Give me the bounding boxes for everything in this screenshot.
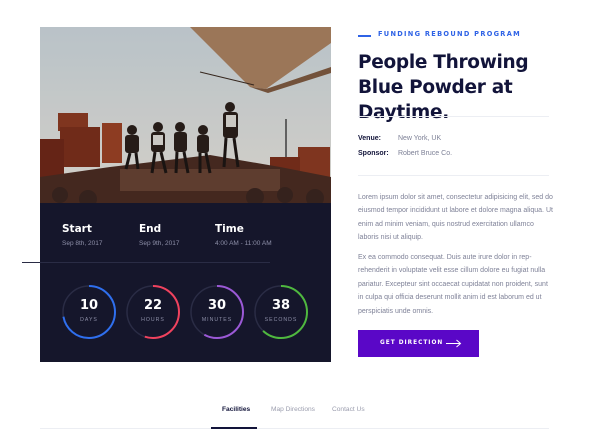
end-label: End [139, 223, 162, 235]
end-date: Sep 9th, 2017 [139, 240, 180, 247]
schedule-start: Start Sep 8th, 2017 [62, 223, 102, 247]
venue-label: Venue: [358, 135, 381, 142]
venue-row: Venue: New York, UK [358, 135, 441, 142]
sponsor-value: Robert Bruce Co. [397, 150, 453, 157]
countdown-value: 38 [271, 298, 291, 313]
active-tab-indicator [211, 427, 257, 429]
get-direction-button[interactable]: GET DIRECTION [358, 330, 479, 357]
countdown-seconds: 38 SECONDS [253, 284, 309, 340]
event-kicker: FUNDING REBOUND PROGRAM [378, 30, 521, 38]
time-value: 4:00 AM - 11:00 AM [215, 240, 272, 247]
tab-map-directions[interactable]: Map Directions [271, 406, 315, 413]
countdown-value: 22 [143, 298, 163, 313]
countdown-days: 10 DAYS [61, 284, 117, 340]
countdown-unit: HOURS [141, 317, 165, 323]
event-title: People Throwing Blue Powder at Daytime. [358, 52, 529, 123]
kicker-line [358, 35, 371, 37]
countdown-unit: MINUTES [201, 317, 233, 323]
countdown-unit: DAYS [80, 317, 98, 323]
get-direction-label: GET DIRECTION [380, 340, 444, 346]
countdown-value: 10 [79, 298, 99, 313]
event-description: Ex ea commodo consequat. Duis aute irure… [358, 254, 548, 315]
event-photo [40, 27, 331, 203]
sponsor-label: Sponsor: [358, 150, 389, 157]
countdown-unit: SECONDS [264, 317, 298, 323]
schedule-time: Time 4:00 AM - 11:00 AM [215, 223, 272, 247]
start-label: Start [62, 223, 92, 235]
divider [358, 175, 549, 176]
sponsor-row: Sponsor: Robert Bruce Co. [358, 150, 452, 157]
divider [358, 116, 549, 117]
arrow-right-icon [446, 339, 462, 348]
start-date: Sep 8th, 2017 [62, 240, 103, 247]
event-description: Lorem ipsum dolor sit amet, consectetur … [358, 194, 553, 242]
tab-facilities[interactable]: Facilities [222, 406, 250, 413]
schedule-end: End Sep 9th, 2017 [139, 223, 179, 247]
countdown-hours: 22 HOURS [125, 284, 181, 340]
tab-contact-us[interactable]: Contact Us [332, 406, 365, 413]
time-label: Time [215, 223, 244, 235]
tabs-divider [40, 428, 549, 429]
venue-value: New York, UK [397, 135, 442, 142]
countdown-minutes: 30 MINUTES [189, 284, 245, 340]
countdown-value: 30 [207, 298, 227, 313]
card-divider [22, 262, 270, 263]
